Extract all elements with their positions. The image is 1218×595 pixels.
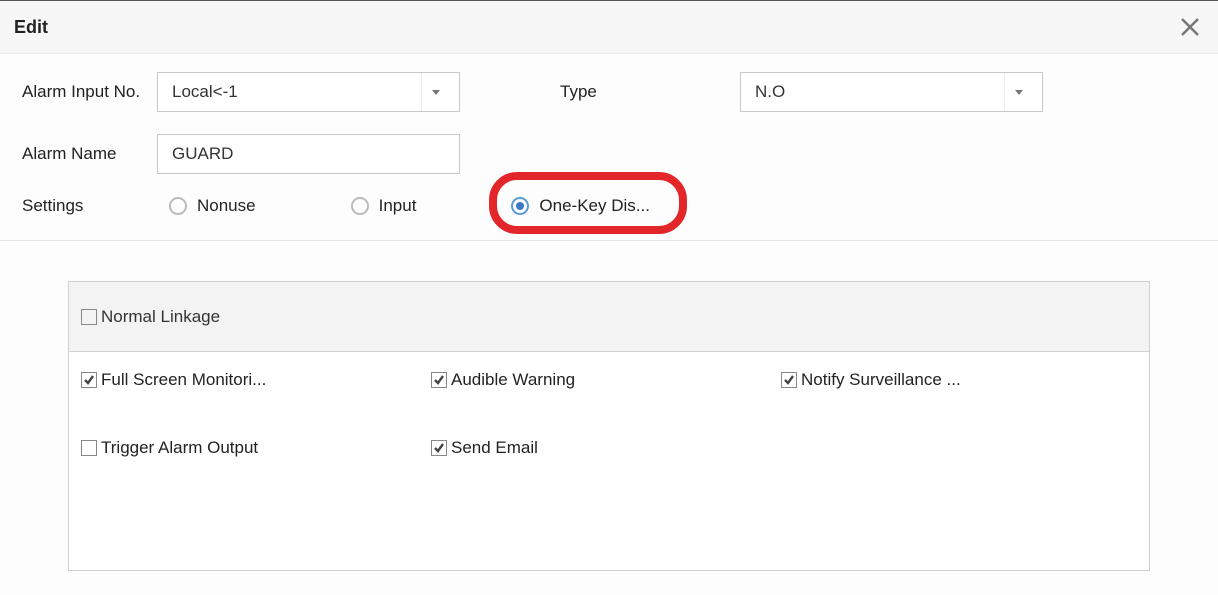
cell-audible: Audible Warning bbox=[431, 370, 781, 390]
linkage-body: Full Screen Monitori... Audible Warning … bbox=[69, 352, 1149, 524]
label-audible: Audible Warning bbox=[451, 370, 575, 390]
label-settings: Settings bbox=[22, 196, 157, 216]
caret-box-type bbox=[1004, 73, 1032, 111]
select-alarm-input-value: Local<-1 bbox=[172, 82, 238, 102]
radio-nonuse[interactable]: Nonuse bbox=[169, 196, 256, 216]
chevron-down-icon bbox=[1015, 90, 1023, 95]
select-alarm-input[interactable]: Local<-1 bbox=[157, 72, 460, 112]
chevron-down-icon bbox=[432, 90, 440, 95]
divider bbox=[0, 240, 1218, 241]
radio-icon bbox=[169, 197, 187, 215]
settings-radio-group: Nonuse Input One-Key Dis... bbox=[157, 196, 650, 216]
input-alarm-name[interactable] bbox=[157, 134, 460, 174]
checkbox-trigger[interactable] bbox=[81, 440, 97, 456]
linkage-panel: Normal Linkage Full Screen Monitori... A… bbox=[68, 281, 1150, 571]
label-notify: Notify Surveillance ... bbox=[801, 370, 961, 390]
checkbox-normal-linkage[interactable] bbox=[81, 309, 97, 325]
cell-email: Send Email bbox=[431, 438, 781, 458]
dialog-header: Edit bbox=[0, 0, 1218, 54]
select-type[interactable]: N.O bbox=[740, 72, 1043, 112]
select-type-value: N.O bbox=[755, 82, 785, 102]
cell-notify: Notify Surveillance ... bbox=[781, 370, 1131, 390]
row-settings: Settings Nonuse Input One-Key Dis... bbox=[22, 196, 1196, 216]
radio-onekey[interactable]: One-Key Dis... bbox=[511, 196, 650, 216]
checkbox-notify[interactable] bbox=[781, 372, 797, 388]
linkage-header: Normal Linkage bbox=[69, 282, 1149, 352]
check-icon bbox=[83, 374, 95, 386]
label-alarm-name: Alarm Name bbox=[22, 144, 157, 164]
close-button[interactable] bbox=[1176, 13, 1204, 41]
caret-box bbox=[421, 73, 449, 111]
label-email: Send Email bbox=[451, 438, 538, 458]
cell-full-screen: Full Screen Monitori... bbox=[81, 370, 431, 390]
cell-trigger: Trigger Alarm Output bbox=[81, 438, 431, 458]
check-icon bbox=[783, 374, 795, 386]
checkbox-email[interactable] bbox=[431, 440, 447, 456]
label-trigger: Trigger Alarm Output bbox=[101, 438, 258, 458]
radio-nonuse-label: Nonuse bbox=[197, 196, 256, 216]
row-alarm-name: Alarm Name bbox=[22, 134, 1196, 174]
row-alarm-input: Alarm Input No. Local<-1 Type N.O bbox=[22, 72, 1196, 112]
radio-icon bbox=[351, 197, 369, 215]
linkage-header-label: Normal Linkage bbox=[101, 307, 220, 327]
radio-input[interactable]: Input bbox=[351, 196, 417, 216]
close-icon bbox=[1179, 16, 1201, 38]
radio-onekey-wrap: One-Key Dis... bbox=[511, 196, 650, 216]
label-full-screen: Full Screen Monitori... bbox=[101, 370, 266, 390]
checkbox-audible[interactable] bbox=[431, 372, 447, 388]
linkage-row-1: Full Screen Monitori... Audible Warning … bbox=[81, 370, 1137, 390]
check-icon bbox=[433, 374, 445, 386]
form-area: Alarm Input No. Local<-1 Type N.O Alarm … bbox=[0, 54, 1218, 240]
radio-icon-selected bbox=[511, 197, 529, 215]
dialog-title: Edit bbox=[14, 17, 48, 38]
label-alarm-input: Alarm Input No. bbox=[22, 82, 157, 102]
checkbox-full-screen[interactable] bbox=[81, 372, 97, 388]
radio-input-label: Input bbox=[379, 196, 417, 216]
linkage-row-2: Trigger Alarm Output Send Email bbox=[81, 438, 1137, 458]
label-type: Type bbox=[560, 82, 650, 102]
radio-onekey-label: One-Key Dis... bbox=[539, 196, 650, 216]
check-icon bbox=[433, 442, 445, 454]
